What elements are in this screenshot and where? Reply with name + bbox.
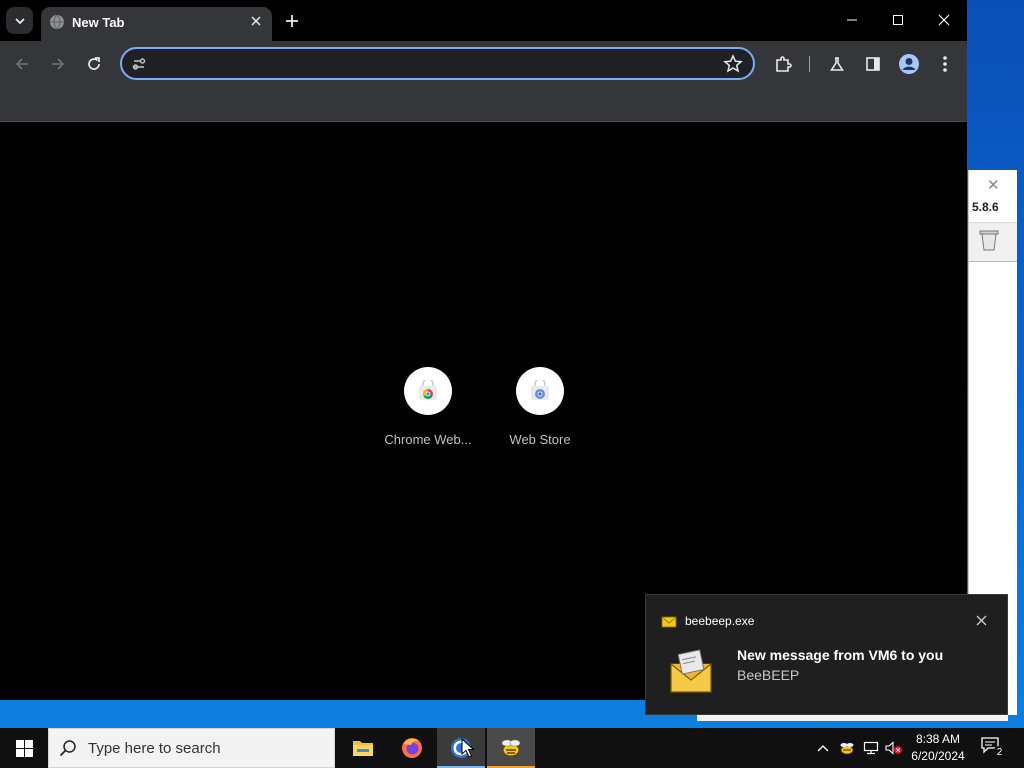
taskbar-app-firefox[interactable] — [388, 728, 436, 768]
trash-icon[interactable] — [979, 229, 999, 251]
menu-button[interactable] — [933, 52, 957, 76]
notification-close-button[interactable] — [972, 611, 990, 629]
shortcut-label: Web Store — [509, 432, 571, 447]
arrow-left-icon — [15, 58, 28, 70]
avatar-icon — [899, 54, 919, 74]
close-icon — [938, 14, 950, 26]
taskbar-app-beebeep[interactable] — [487, 728, 535, 768]
maximize-button[interactable] — [883, 6, 913, 34]
shortcut-tile-chrome-web-store[interactable]: Chrome Web... — [372, 367, 484, 457]
tray-beebeep[interactable] — [838, 739, 856, 757]
clock-time: 8:38 AM — [915, 732, 961, 746]
web-store-icon — [531, 380, 549, 400]
clock-date: 6/20/2024 — [911, 749, 965, 763]
chrome-web-store-icon — [419, 380, 437, 400]
shortcut-tile-web-store[interactable]: Web Store — [484, 367, 596, 457]
taskbar: Type here to search 8:38 AM 6/20/2024 2 — [0, 728, 1024, 768]
new-tab-button[interactable] — [280, 9, 304, 33]
side-panel-button[interactable] — [861, 52, 885, 76]
plus-icon — [286, 15, 298, 27]
puzzle-icon — [776, 56, 792, 72]
shortcut-label: Chrome Web... — [384, 432, 472, 447]
notification-body: BeeBEEP — [737, 667, 800, 683]
network-icon — [863, 741, 879, 755]
globe-icon — [50, 14, 64, 30]
tray-network[interactable] — [862, 739, 880, 757]
labs-button[interactable] — [825, 52, 849, 76]
background-window-toolbar — [969, 222, 1017, 262]
reload-button[interactable] — [82, 52, 106, 76]
tab-close-button[interactable] — [247, 12, 265, 30]
search-placeholder: Type here to search — [88, 740, 221, 757]
file-explorer-icon — [353, 741, 373, 756]
mouse-cursor-icon — [461, 738, 475, 758]
notification-app-name: beebeep.exe — [685, 614, 755, 628]
toolbar-separator — [809, 56, 810, 72]
tab-search-button[interactable] — [6, 7, 33, 34]
taskbar-search-box[interactable]: Type here to search — [48, 728, 335, 768]
notification-count-badge: 2 — [993, 746, 1006, 759]
minimize-icon — [847, 19, 857, 21]
profile-button[interactable] — [897, 52, 921, 76]
more-vertical-icon — [943, 56, 947, 72]
beebeep-message-icon — [670, 649, 712, 693]
flask-icon — [830, 57, 844, 71]
bookmark-star-icon[interactable] — [723, 54, 743, 74]
address-input[interactable] — [154, 53, 718, 76]
tab-title: New Tab — [72, 15, 125, 30]
start-button[interactable] — [0, 728, 48, 768]
action-center-button[interactable]: 2 — [980, 736, 1006, 760]
forward-button[interactable] — [46, 52, 70, 76]
arrow-right-icon — [52, 58, 65, 70]
shortcut-favicon — [404, 367, 452, 415]
close-window-button[interactable] — [929, 6, 959, 34]
extensions-button[interactable] — [771, 52, 795, 76]
tab-strip: New Tab — [0, 0, 967, 41]
back-button[interactable] — [10, 52, 34, 76]
reload-icon — [88, 57, 100, 70]
site-info-icon — [132, 58, 146, 70]
bookmark-bar — [0, 86, 967, 122]
beebeep-icon — [501, 739, 521, 757]
maximize-icon — [893, 15, 903, 25]
envelope-icon — [661, 616, 677, 628]
address-bar[interactable] — [120, 47, 755, 80]
chevron-down-icon — [14, 17, 25, 24]
search-icon — [59, 740, 76, 757]
notification-title: New message from VM6 to you — [737, 647, 944, 663]
beebeep-tray-icon — [840, 743, 854, 755]
tray-overflow-button[interactable] — [814, 739, 832, 757]
browser-toolbar — [0, 41, 967, 86]
close-icon — [976, 615, 986, 625]
chevron-up-icon — [817, 745, 829, 752]
close-icon[interactable]: ✕ — [987, 176, 1000, 194]
side-panel-icon — [866, 57, 880, 71]
windows-logo-icon — [15, 739, 33, 757]
minimize-button[interactable] — [837, 6, 867, 34]
tab-new-tab[interactable]: New Tab — [41, 7, 272, 41]
taskbar-app-file-explorer[interactable] — [339, 728, 387, 768]
system-clock[interactable]: 8:38 AM 6/20/2024 — [900, 731, 976, 765]
notification-toast[interactable]: beebeep.exe New message from VM6 to you … — [645, 594, 1008, 715]
firefox-icon — [402, 738, 422, 758]
version-label: 5.8.6 — [972, 200, 999, 214]
shortcut-favicon — [516, 367, 564, 415]
toast-backdrop — [697, 715, 1008, 721]
close-icon — [251, 16, 261, 26]
